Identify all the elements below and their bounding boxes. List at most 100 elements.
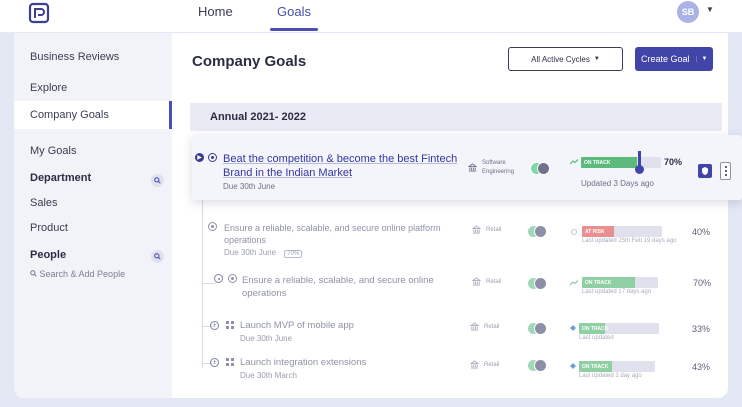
goal-progress-value: 33% (692, 324, 711, 334)
create-goal-label: Create Goal (641, 54, 690, 64)
search-icon (154, 253, 161, 260)
nav-goals[interactable]: Goals (277, 4, 311, 19)
goal-status: AT RISK (582, 226, 614, 237)
more-options-button[interactable] (720, 162, 731, 180)
chevron-down-icon[interactable]: ▼ (706, 5, 714, 14)
goal-owners[interactable] (527, 225, 551, 239)
chevron-down-icon: ▼ (593, 56, 600, 62)
history-icon (571, 229, 577, 235)
create-goal-button[interactable]: Create Goal ▼ (635, 47, 713, 71)
goal-title[interactable]: Launch MVP of mobile app (240, 320, 354, 332)
goal-team: Retail (486, 227, 502, 233)
avatar (534, 277, 547, 290)
goal-progress-bar: ON TRACK (582, 277, 658, 288)
user-avatar[interactable]: SB (677, 1, 699, 23)
chevron-down-icon[interactable]: ▼ (695, 56, 707, 62)
goal-owners[interactable] (527, 359, 551, 373)
bank-icon (470, 360, 479, 369)
bank-icon (472, 277, 481, 286)
grid-icon (226, 358, 234, 366)
expand-icon[interactable]: + (210, 321, 219, 330)
goal-owners[interactable] (527, 277, 551, 291)
search-icon (30, 270, 37, 277)
main-panel: Company Goals All Active Cycles ▼ Create… (172, 33, 728, 398)
goal-weight-tag: 70% (284, 250, 303, 258)
goal-progress-value: 40% (692, 227, 711, 237)
cycles-dropdown-label: All Active Cycles (531, 54, 590, 64)
goal-updated: Updated 3 Days ago (581, 179, 654, 188)
avatar (534, 225, 547, 238)
sidebar: Business Reviews Explore Company Goals M… (14, 33, 172, 398)
goal-title[interactable]: Beat the competition & become the best F… (223, 152, 468, 180)
goal-team: Retail (486, 279, 502, 285)
expand-icon[interactable]: ▶ (195, 153, 204, 162)
goal-status: ON TRACK (579, 323, 608, 334)
goal-status-icon (228, 274, 237, 283)
sidebar-item-explore[interactable]: Explore (30, 82, 67, 94)
more-icon (724, 166, 727, 168)
goal-owners[interactable] (530, 162, 554, 176)
bank-icon (468, 163, 477, 172)
nav-home[interactable]: Home (198, 4, 233, 19)
goal-due: Due 30th June (223, 182, 276, 191)
goal-updated: Last updated 25th Feb 19 days ago (582, 238, 677, 244)
goal-title[interactable]: Ensure a reliable, scalable, and secure … (224, 222, 449, 246)
sidebar-item-company-goals[interactable]: Company Goals (14, 101, 172, 129)
cycle-section-title: Annual 2021- 2022 (210, 111, 306, 123)
sidebar-item-product[interactable]: Product (30, 222, 68, 234)
bank-icon (472, 225, 481, 234)
goal-title[interactable]: Launch integration extensions (240, 357, 366, 369)
more-icon-dot (724, 170, 727, 172)
shield-icon (702, 167, 708, 175)
department-heading: Department (30, 172, 92, 184)
top-bar: Home Goals SB ▼ (0, 0, 742, 32)
goal-progress-bar: ON TRACK (579, 361, 655, 372)
sidebar-item-my-goals[interactable]: My Goals (30, 145, 76, 157)
goal-status: ON TRACK (579, 361, 612, 372)
people-search-input[interactable]: Search & Add People (30, 269, 125, 279)
people-search-button[interactable] (151, 250, 164, 263)
tree-connector (202, 283, 216, 284)
goal-due: Due 30th March (240, 371, 297, 380)
sidebar-item-sales[interactable]: Sales (30, 197, 58, 209)
trend-up-icon (570, 280, 578, 286)
nav-active-indicator (270, 28, 318, 31)
avatar (534, 359, 547, 372)
goal-updated: Last updated 17 days ago (582, 289, 652, 295)
goal-team: Software Engineering (482, 160, 515, 175)
avatar (534, 322, 547, 335)
sidebar-item-business-reviews[interactable]: Business Reviews (30, 51, 119, 63)
department-search-button[interactable] (151, 174, 164, 187)
goal-status: ON TRACK (582, 277, 636, 288)
goal-progress-bar: ON TRACK (579, 323, 659, 334)
goal-team: Retail (484, 362, 500, 368)
people-heading: People (30, 249, 67, 261)
goal-status: ON TRACK (581, 157, 637, 168)
page-title: Company Goals (192, 53, 307, 70)
expand-icon[interactable] (214, 274, 223, 283)
trend-up-icon (570, 159, 578, 165)
expand-icon[interactable]: + (210, 358, 219, 367)
search-icon (154, 177, 161, 184)
goal-row-highlighted[interactable]: ▶ Beat the competition & become the best… (192, 135, 742, 200)
goal-title[interactable]: Ensure a reliable, scalable, and secure … (242, 274, 442, 300)
goal-team: Retail (484, 324, 500, 330)
diamond-icon (570, 363, 576, 369)
goal-due: Due 30th June (240, 334, 293, 343)
goal-progress-bar: ON TRACK (581, 157, 661, 168)
goal-updated: Last updated (579, 335, 614, 341)
goal-owners[interactable] (527, 322, 551, 336)
cycles-dropdown[interactable]: All Active Cycles ▼ (508, 47, 623, 71)
goal-due: Due 30th June 70% (224, 248, 303, 258)
grid-icon (226, 321, 234, 329)
goal-progress-bar: AT RISK (582, 226, 662, 237)
more-icon-dot (724, 174, 727, 176)
goal-progress-value: 70% (693, 278, 712, 288)
drag-handle-icon[interactable] (635, 165, 644, 174)
avatar (537, 162, 550, 175)
sidebar-item-label: Company Goals (30, 109, 109, 121)
checkin-button[interactable] (698, 164, 712, 178)
goal-progress-value: 70% (664, 157, 683, 167)
cycle-section-header: Annual 2021- 2022 (190, 103, 722, 131)
app-logo-icon[interactable] (28, 2, 50, 24)
